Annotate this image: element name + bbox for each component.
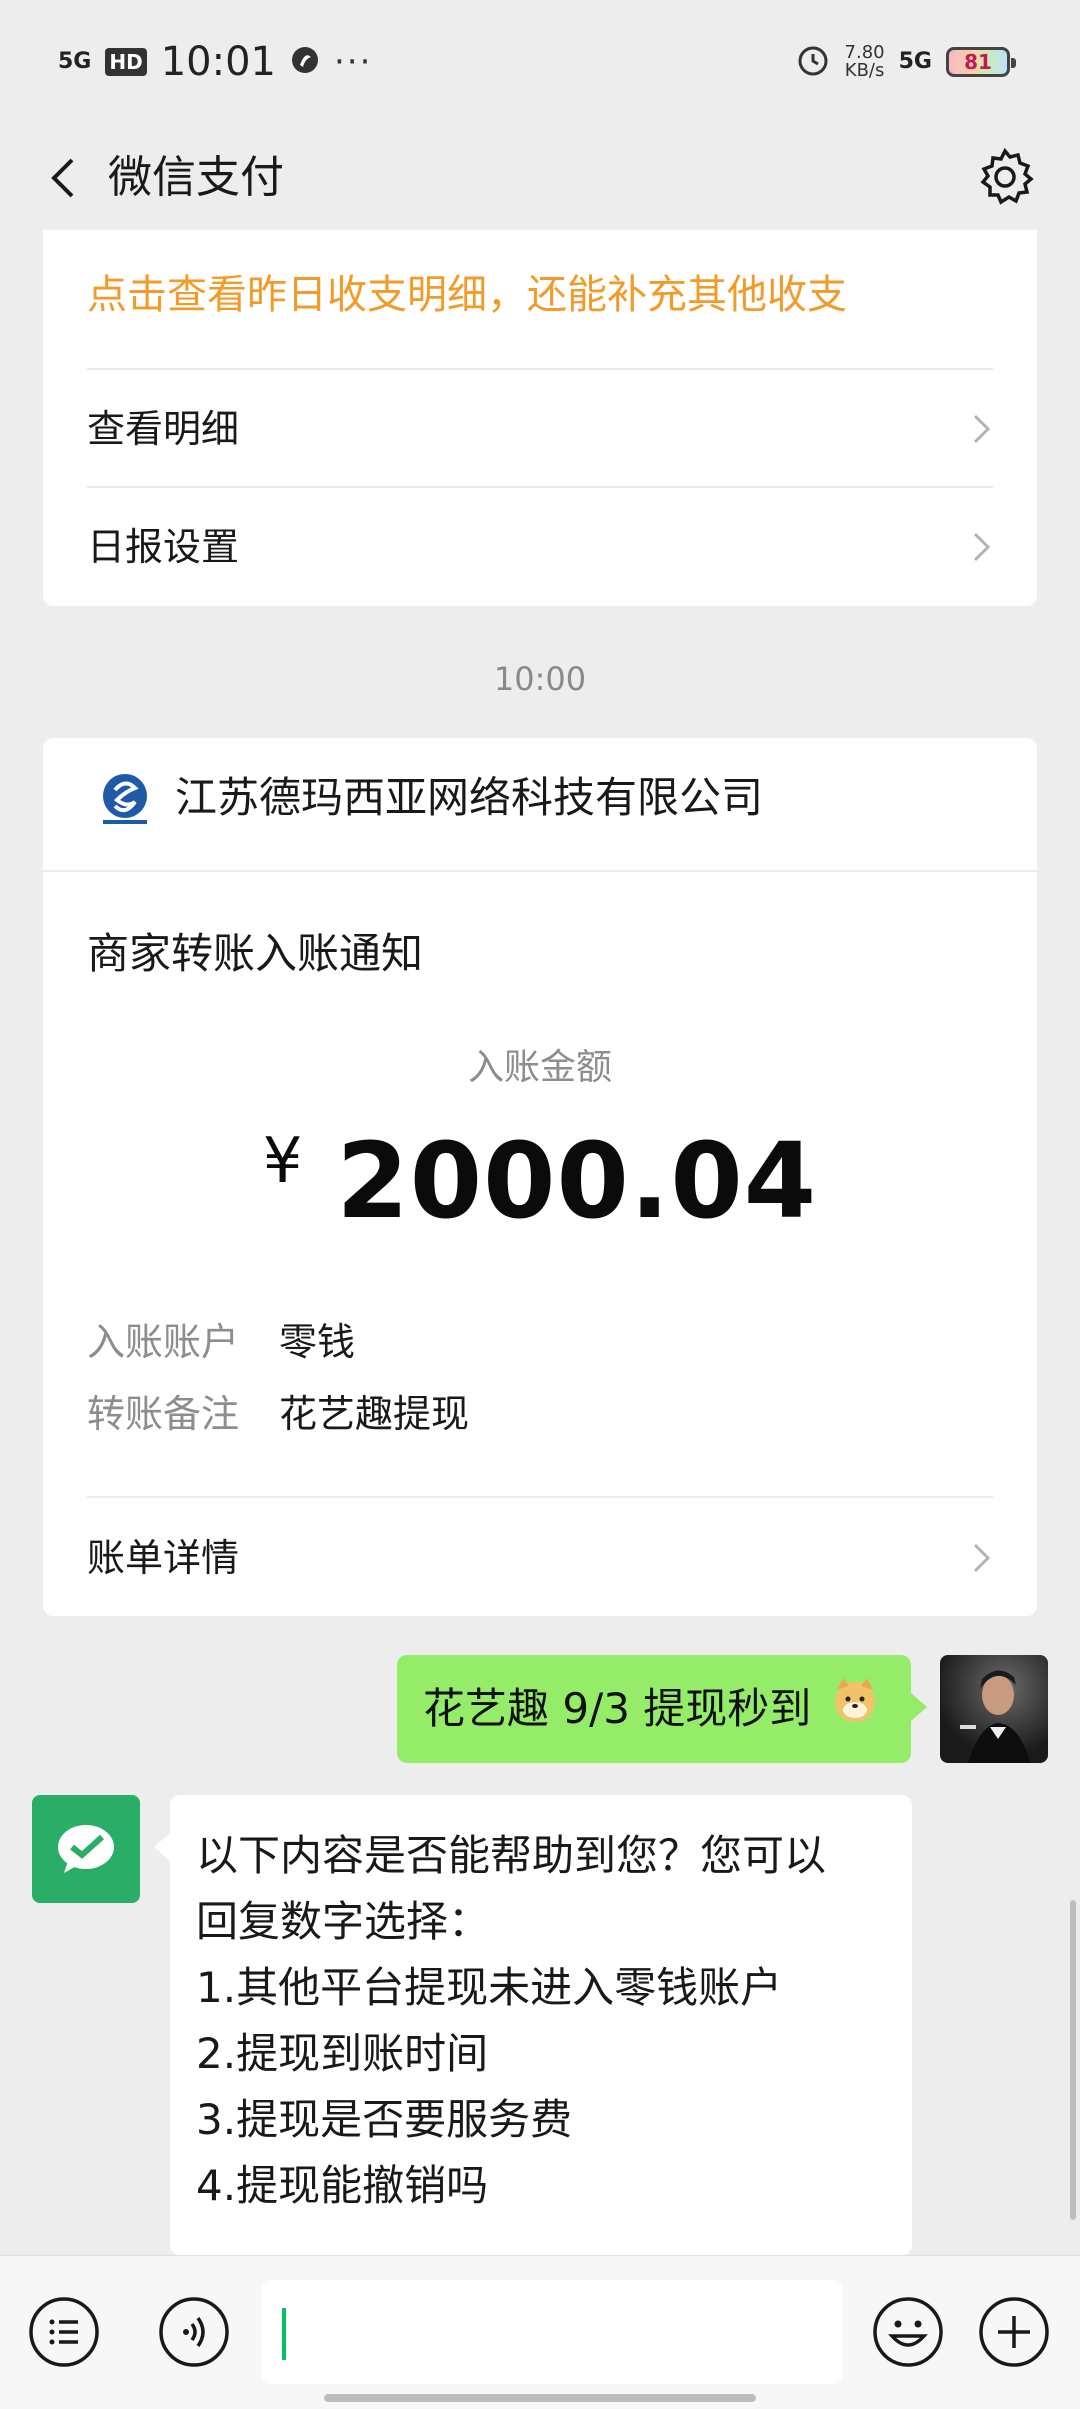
chevron-right-icon <box>973 1543 991 1573</box>
back-arrow-icon <box>51 158 74 198</box>
add-button[interactable] <box>978 2296 1050 2368</box>
detail-key: 入账账户 <box>87 1320 240 1364</box>
app-notification-icon <box>290 45 320 79</box>
emoji-button[interactable] <box>872 2296 944 2368</box>
network-indicator-2: 5G <box>898 49 932 74</box>
amount-value: 2000.04 <box>336 1120 818 1242</box>
detail-value: 花艺趣提现 <box>279 1392 470 1436</box>
network-indicator: 5G <box>58 49 92 74</box>
transfer-notification-card[interactable]: 江苏德玛西亚网络科技有限公司 商家转账入账通知 入账金额 ¥2000.04 入账… <box>43 738 1037 1616</box>
status-left: 5G HD 10:01 ··· <box>58 32 372 92</box>
amount-label: 入账金额 <box>467 1047 612 1088</box>
input-bar <box>0 2255 1080 2409</box>
voice-icon <box>159 2297 229 2367</box>
currency-symbol: ¥ <box>262 1124 303 1197</box>
wechat-pay-avatar[interactable] <box>32 1795 140 1903</box>
hd-indicator: HD <box>105 48 147 76</box>
net-speed: 7.80 KB/s <box>845 44 885 80</box>
reply-line: 1.其他平台提现未进入零钱账户 <box>196 1963 783 2012</box>
my-avatar[interactable] <box>940 1655 1048 1763</box>
notice-title: 商家转账入账通知 <box>87 929 424 978</box>
view-details-label: 查看明细 <box>87 407 240 451</box>
back-button[interactable] <box>36 148 96 208</box>
voice-button[interactable] <box>158 2296 230 2368</box>
status-time: 10:01 <box>160 39 276 85</box>
company-logo <box>95 770 155 830</box>
battery-icon: 81 <box>946 47 1016 77</box>
detail-row-remark: 转账备注 花艺趣提现 <box>87 1386 469 1442</box>
status-right: 7.80 KB/s 5G 81 <box>795 34 1016 90</box>
reply-line: 以下内容是否能帮助到您？您可以 <box>196 1831 827 1880</box>
gear-icon <box>980 147 1034 205</box>
reply-line: 回复数字选择： <box>196 1897 491 1946</box>
daily-report-card: 点击查看昨日收支明细，还能补充其他收支 查看明细 日报设置 <box>43 230 1037 606</box>
detail-key: 转账备注 <box>87 1392 240 1436</box>
home-indicator[interactable] <box>324 2394 756 2402</box>
text-cursor <box>282 2308 286 2360</box>
company-name: 江苏德玛西亚网络科技有限公司 <box>175 773 764 822</box>
net-speed-unit: KB/s <box>844 60 885 81</box>
my-message-bubble[interactable]: 花艺趣 9/3 提现秒到 <box>397 1655 927 1766</box>
reply-line: 3.提现是否要服务费 <box>196 2095 573 2144</box>
alarm-icon <box>795 42 831 82</box>
status-bar: 5G HD 10:01 ··· 7.80 KB/s 5G 81 <box>0 0 1080 120</box>
message-input[interactable] <box>262 2280 842 2384</box>
reply-line: 2.提现到账时间 <box>196 2029 489 2078</box>
chevron-right-icon <box>973 414 991 444</box>
my-message-text: 花艺趣 9/3 提现秒到 <box>423 1684 812 1733</box>
nav-bar: 微信支付 <box>0 120 1080 238</box>
bill-detail-row[interactable]: 账单详情 <box>87 1496 993 1618</box>
wechat-pay-logo-icon <box>58 1825 114 1873</box>
amount: ¥2000.04 <box>43 1120 1037 1242</box>
page-title: 微信支付 <box>108 152 284 203</box>
plus-icon <box>979 2297 1049 2367</box>
doge-emoji-icon <box>829 1658 881 1766</box>
more-notifications-icon: ··· <box>334 42 373 82</box>
detail-row-account: 入账账户 零钱 <box>87 1314 355 1370</box>
settings-button[interactable] <box>974 146 1036 208</box>
reply-line: 4.提现能撤销吗 <box>196 2161 489 2210</box>
report-settings-row[interactable]: 日报设置 <box>87 486 993 606</box>
bill-detail-label: 账单详情 <box>87 1536 240 1580</box>
assistant-reply-bubble: 以下内容是否能帮助到您？您可以 回复数字选择： 1.其他平台提现未进入零钱账户 … <box>154 1795 912 2255</box>
report-settings-label: 日报设置 <box>87 525 240 569</box>
emoji-icon <box>873 2297 943 2367</box>
detail-value: 零钱 <box>279 1320 356 1364</box>
divider <box>43 870 1037 872</box>
list-menu-icon <box>29 2297 99 2367</box>
daily-report-prompt[interactable]: 点击查看昨日收支明细，还能补充其他收支 <box>87 262 847 320</box>
view-details-row[interactable]: 查看明细 <box>87 368 993 488</box>
scrollbar[interactable] <box>1070 1900 1076 2220</box>
chevron-right-icon <box>973 532 991 562</box>
menu-button[interactable] <box>28 2296 100 2368</box>
message-timestamp: 10:00 <box>493 660 587 698</box>
